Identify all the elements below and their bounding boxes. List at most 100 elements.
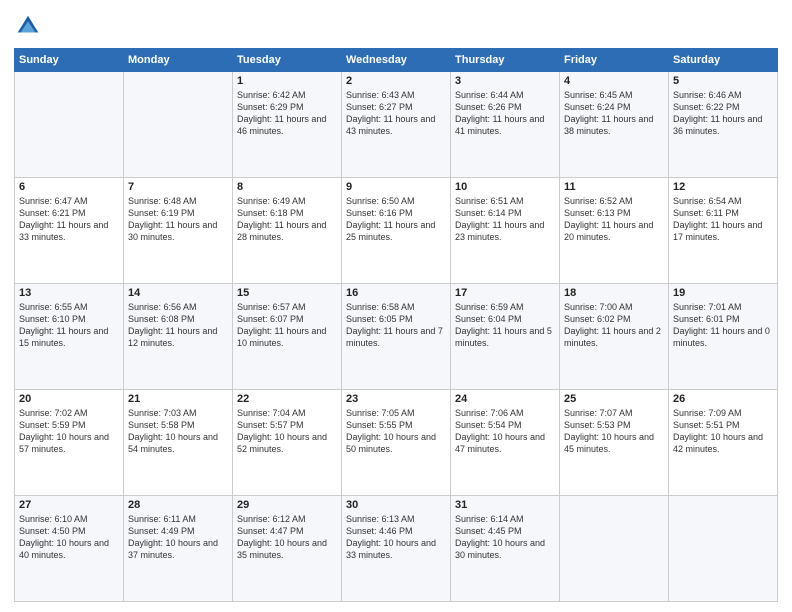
day-info: Sunrise: 6:12 AM Sunset: 4:47 PM Dayligh… <box>237 513 337 562</box>
header-day: Thursday <box>451 49 560 72</box>
calendar-cell: 21 Sunrise: 7:03 AM Sunset: 5:58 PM Dayli… <box>124 390 233 496</box>
day-info: Sunrise: 6:56 AM Sunset: 6:08 PM Dayligh… <box>128 301 228 350</box>
day-number: 3 <box>455 75 555 87</box>
calendar-cell: 2 Sunrise: 6:43 AM Sunset: 6:27 PM Daylig… <box>342 72 451 178</box>
calendar-header: SundayMondayTuesdayWednesdayThursdayFrid… <box>15 49 778 72</box>
day-info: Sunrise: 6:55 AM Sunset: 6:10 PM Dayligh… <box>19 301 119 350</box>
calendar-cell: 3Sunrise: 6:44 AM Sunset: 6:26 PM Daylig… <box>451 72 560 178</box>
calendar-cell: 18 Sunrise: 7:00 AM Sunset: 6:02 PM Dayli… <box>560 284 669 390</box>
logo <box>14 12 46 40</box>
calendar-week: 20 Sunrise: 7:02 AM Sunset: 5:59 PM Dayli… <box>15 390 778 496</box>
day-number: 24 <box>455 393 555 405</box>
calendar-cell: 9Sunrise: 6:50 AM Sunset: 6:16 PM Daylig… <box>342 178 451 284</box>
day-number: 19 <box>673 287 773 299</box>
day-number: 21 <box>128 393 228 405</box>
day-info: Sunrise: 7:01 AM Sunset: 6:01 PM Dayligh… <box>673 301 773 350</box>
day-info: Sunrise: 6:42 AM Sunset: 6:29 PM Dayligh… <box>237 89 337 138</box>
calendar-cell: 26 Sunrise: 7:09 AM Sunset: 5:51 PM Dayli… <box>669 390 778 496</box>
day-number: 1 <box>237 75 337 87</box>
calendar-cell <box>560 496 669 602</box>
calendar-table: SundayMondayTuesdayWednesdayThursdayFrid… <box>14 48 778 602</box>
day-info: Sunrise: 6:45 AM Sunset: 6:24 PM Dayligh… <box>564 89 664 138</box>
calendar-cell: 24 Sunrise: 7:06 AM Sunset: 5:54 PM Dayli… <box>451 390 560 496</box>
calendar-cell: 15 Sunrise: 6:57 AM Sunset: 6:07 PM Dayli… <box>233 284 342 390</box>
calendar-week: 1 Sunrise: 6:42 AM Sunset: 6:29 PM Daylig… <box>15 72 778 178</box>
calendar-cell: 22Sunrise: 7:04 AM Sunset: 5:57 PM Dayli… <box>233 390 342 496</box>
day-info: Sunrise: 7:04 AM Sunset: 5:57 PM Dayligh… <box>237 407 337 456</box>
header-day: Monday <box>124 49 233 72</box>
header-row: SundayMondayTuesdayWednesdayThursdayFrid… <box>15 49 778 72</box>
calendar-cell: 20 Sunrise: 7:02 AM Sunset: 5:59 PM Dayli… <box>15 390 124 496</box>
day-info: Sunrise: 7:05 AM Sunset: 5:55 PM Dayligh… <box>346 407 446 456</box>
calendar-cell: 10 Sunrise: 6:51 AM Sunset: 6:14 PM Dayli… <box>451 178 560 284</box>
day-number: 11 <box>564 181 664 193</box>
day-info: Sunrise: 6:13 AM Sunset: 4:46 PM Dayligh… <box>346 513 446 562</box>
day-info: Sunrise: 6:59 AM Sunset: 6:04 PM Dayligh… <box>455 301 555 350</box>
calendar-cell: 28Sunrise: 6:11 AM Sunset: 4:49 PM Dayli… <box>124 496 233 602</box>
calendar-cell: 17Sunrise: 6:59 AM Sunset: 6:04 PM Dayli… <box>451 284 560 390</box>
calendar-cell: 16 Sunrise: 6:58 AM Sunset: 6:05 PM Dayli… <box>342 284 451 390</box>
day-info: Sunrise: 7:06 AM Sunset: 5:54 PM Dayligh… <box>455 407 555 456</box>
calendar-cell: 25Sunrise: 7:07 AM Sunset: 5:53 PM Dayli… <box>560 390 669 496</box>
calendar-container: SundayMondayTuesdayWednesdayThursdayFrid… <box>0 0 792 612</box>
calendar-cell: 31Sunrise: 6:14 AM Sunset: 4:45 PM Dayli… <box>451 496 560 602</box>
header-day: Friday <box>560 49 669 72</box>
calendar-cell: 12Sunrise: 6:54 AM Sunset: 6:11 PM Dayli… <box>669 178 778 284</box>
day-number: 13 <box>19 287 119 299</box>
day-number: 8 <box>237 181 337 193</box>
day-number: 6 <box>19 181 119 193</box>
calendar-cell <box>669 496 778 602</box>
day-number: 15 <box>237 287 337 299</box>
day-number: 18 <box>564 287 664 299</box>
header-day: Sunday <box>15 49 124 72</box>
logo-icon <box>14 12 42 40</box>
day-number: 5 <box>673 75 773 87</box>
calendar-cell: 8 Sunrise: 6:49 AM Sunset: 6:18 PM Daylig… <box>233 178 342 284</box>
calendar-cell: 27Sunrise: 6:10 AM Sunset: 4:50 PM Dayli… <box>15 496 124 602</box>
day-number: 20 <box>19 393 119 405</box>
calendar-cell <box>15 72 124 178</box>
day-info: Sunrise: 6:58 AM Sunset: 6:05 PM Dayligh… <box>346 301 446 350</box>
calendar-cell: 11 Sunrise: 6:52 AM Sunset: 6:13 PM Dayli… <box>560 178 669 284</box>
day-info: Sunrise: 7:09 AM Sunset: 5:51 PM Dayligh… <box>673 407 773 456</box>
calendar-cell: 14 Sunrise: 6:56 AM Sunset: 6:08 PM Dayli… <box>124 284 233 390</box>
day-number: 16 <box>346 287 446 299</box>
header <box>14 12 778 40</box>
calendar-cell: 6 Sunrise: 6:47 AM Sunset: 6:21 PM Daylig… <box>15 178 124 284</box>
day-info: Sunrise: 7:03 AM Sunset: 5:58 PM Dayligh… <box>128 407 228 456</box>
day-number: 25 <box>564 393 664 405</box>
calendar-cell: 30 Sunrise: 6:13 AM Sunset: 4:46 PM Dayli… <box>342 496 451 602</box>
calendar-cell <box>124 72 233 178</box>
day-info: Sunrise: 6:43 AM Sunset: 6:27 PM Dayligh… <box>346 89 446 138</box>
day-number: 10 <box>455 181 555 193</box>
day-number: 2 <box>346 75 446 87</box>
calendar-cell: 1 Sunrise: 6:42 AM Sunset: 6:29 PM Daylig… <box>233 72 342 178</box>
day-number: 12 <box>673 181 773 193</box>
header-day: Saturday <box>669 49 778 72</box>
day-number: 4 <box>564 75 664 87</box>
calendar-week: 13 Sunrise: 6:55 AM Sunset: 6:10 PM Dayli… <box>15 284 778 390</box>
day-info: Sunrise: 6:49 AM Sunset: 6:18 PM Dayligh… <box>237 195 337 244</box>
day-number: 26 <box>673 393 773 405</box>
day-info: Sunrise: 7:00 AM Sunset: 6:02 PM Dayligh… <box>564 301 664 350</box>
day-info: Sunrise: 6:10 AM Sunset: 4:50 PM Dayligh… <box>19 513 119 562</box>
calendar-cell: 7Sunrise: 6:48 AM Sunset: 6:19 PM Daylig… <box>124 178 233 284</box>
day-info: Sunrise: 6:47 AM Sunset: 6:21 PM Dayligh… <box>19 195 119 244</box>
day-info: Sunrise: 6:52 AM Sunset: 6:13 PM Dayligh… <box>564 195 664 244</box>
calendar-week: 27Sunrise: 6:10 AM Sunset: 4:50 PM Dayli… <box>15 496 778 602</box>
day-number: 30 <box>346 499 446 511</box>
header-day: Tuesday <box>233 49 342 72</box>
day-number: 14 <box>128 287 228 299</box>
day-info: Sunrise: 6:14 AM Sunset: 4:45 PM Dayligh… <box>455 513 555 562</box>
day-info: Sunrise: 6:50 AM Sunset: 6:16 PM Dayligh… <box>346 195 446 244</box>
calendar-cell: 5Sunrise: 6:46 AM Sunset: 6:22 PM Daylig… <box>669 72 778 178</box>
day-number: 23 <box>346 393 446 405</box>
day-info: Sunrise: 6:48 AM Sunset: 6:19 PM Dayligh… <box>128 195 228 244</box>
calendar-cell: 23 Sunrise: 7:05 AM Sunset: 5:55 PM Dayli… <box>342 390 451 496</box>
day-number: 29 <box>237 499 337 511</box>
calendar-cell: 19 Sunrise: 7:01 AM Sunset: 6:01 PM Dayli… <box>669 284 778 390</box>
day-info: Sunrise: 6:57 AM Sunset: 6:07 PM Dayligh… <box>237 301 337 350</box>
day-info: Sunrise: 7:02 AM Sunset: 5:59 PM Dayligh… <box>19 407 119 456</box>
day-number: 28 <box>128 499 228 511</box>
day-info: Sunrise: 6:51 AM Sunset: 6:14 PM Dayligh… <box>455 195 555 244</box>
